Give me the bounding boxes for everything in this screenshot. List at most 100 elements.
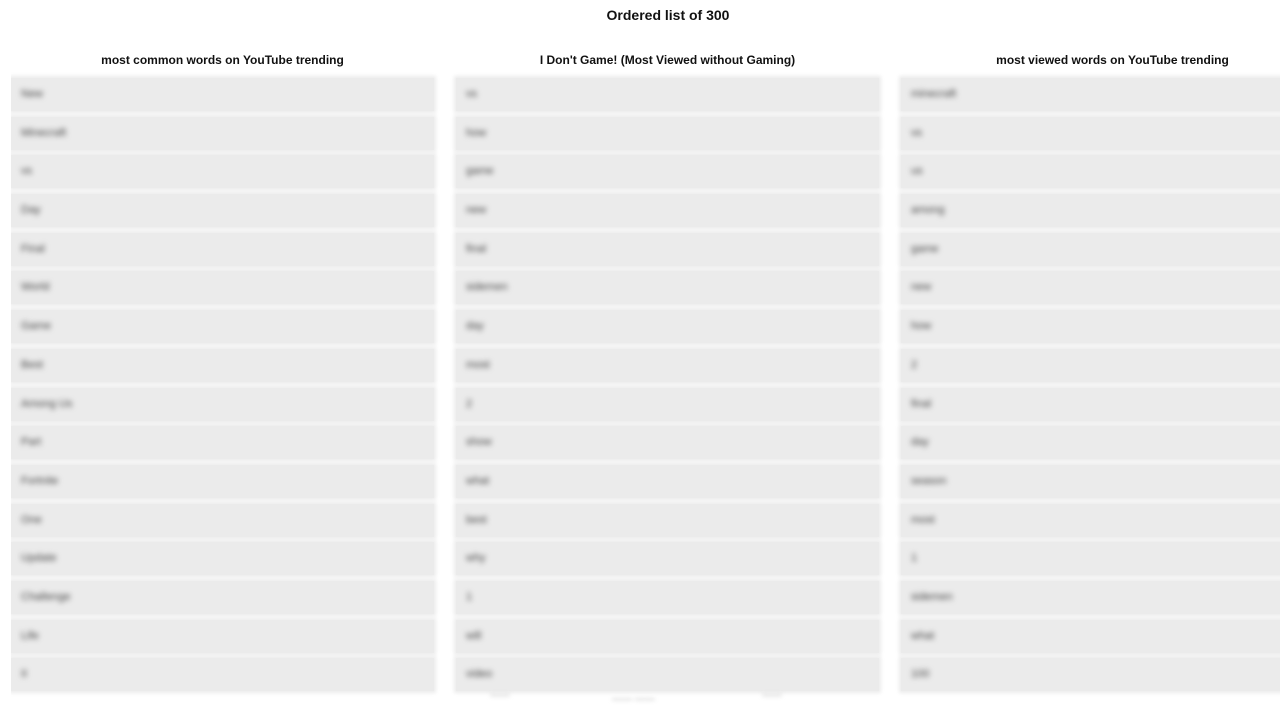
list-item[interactable]: what xyxy=(456,464,879,498)
list-item[interactable]: season xyxy=(901,464,1280,498)
list-item[interactable]: One xyxy=(11,503,434,537)
list-item-word: Fortnite xyxy=(21,474,59,487)
footer-ghost-text: —— —— xyxy=(612,694,655,705)
list-item[interactable]: Final xyxy=(11,232,434,266)
list-item[interactable]: how xyxy=(901,310,1280,344)
list-item[interactable]: best xyxy=(456,503,879,537)
list-item[interactable]: World xyxy=(11,271,434,305)
list-item[interactable]: how xyxy=(456,116,879,150)
list-item[interactable]: Update xyxy=(11,542,434,576)
footer-blurred-text: —— —— —— —— xyxy=(0,690,1280,705)
column-title: I Don't Game! (Most Viewed without Gamin… xyxy=(539,53,796,67)
list-item-word: Challenge xyxy=(21,590,71,603)
list-item-word: sidemen xyxy=(911,590,953,603)
list-item[interactable]: why xyxy=(456,542,879,576)
list-item-word: new xyxy=(911,281,932,294)
list-item-word: Minecraft xyxy=(21,126,67,139)
list-item[interactable]: Among Us xyxy=(11,387,434,421)
list-item[interactable]: 2 xyxy=(456,387,879,421)
list-item[interactable]: Game xyxy=(11,310,434,344)
list-item-word: game xyxy=(466,165,494,178)
list-item[interactable]: 2 xyxy=(901,348,1280,382)
list-item-word: game xyxy=(911,242,939,255)
list-item[interactable]: new xyxy=(901,271,1280,305)
list-item-word: Life xyxy=(21,629,39,642)
list-item-word: what xyxy=(911,629,935,642)
list-item[interactable]: 1 xyxy=(456,580,879,614)
list-item-word: 1 xyxy=(911,552,918,565)
list-item-word: show xyxy=(466,436,492,449)
list-item-word: minecraft xyxy=(911,88,957,100)
list-item[interactable]: minecraft xyxy=(901,78,1280,111)
list-item[interactable]: vs xyxy=(456,78,879,111)
list-item-word: day xyxy=(466,320,484,333)
list-item[interactable]: Life xyxy=(11,619,434,653)
list-item[interactable]: show xyxy=(456,426,879,460)
list-item[interactable]: what xyxy=(901,619,1280,653)
list-item[interactable]: Day xyxy=(11,194,434,228)
list-item-word: New xyxy=(21,88,44,100)
list-item-word: 2 xyxy=(466,397,473,410)
footer-ghost-text: —— xyxy=(762,690,782,701)
list-item[interactable]: vs xyxy=(11,155,434,189)
column-most-common-words: most common words on YouTube trending Ne… xyxy=(11,52,434,697)
list-item-word: among xyxy=(911,204,945,217)
list-item-word: how xyxy=(466,126,487,139)
list-item[interactable]: Part xyxy=(11,426,434,460)
list-item[interactable]: final xyxy=(456,232,879,266)
list-item[interactable]: day xyxy=(456,310,879,344)
list-item-word: Day xyxy=(21,204,41,217)
list-item-word: most xyxy=(466,358,490,371)
column-most-viewed-words: most viewed words on YouTube trending mi… xyxy=(901,52,1280,697)
list-item-word: will xyxy=(466,629,482,642)
list-item-word: new xyxy=(466,204,487,217)
list-item-word: 100 xyxy=(911,668,930,681)
list-item[interactable]: II xyxy=(11,658,434,692)
lists-container: most common words on YouTube trending Ne… xyxy=(11,52,1280,712)
list-item[interactable]: most xyxy=(901,503,1280,537)
list-item-word: One xyxy=(21,513,42,526)
list-item-word: most xyxy=(911,513,935,526)
list-item-word: final xyxy=(911,397,932,410)
list-item[interactable]: New xyxy=(11,78,434,111)
list-item-word: best xyxy=(466,513,487,526)
list-item-word: us xyxy=(911,165,923,178)
list-item-word: vs xyxy=(911,126,922,139)
list-item-word: Best xyxy=(21,358,44,371)
column-most-viewed-without-gaming: I Don't Game! (Most Viewed without Gamin… xyxy=(456,52,879,697)
list-item[interactable]: game xyxy=(901,232,1280,266)
list-item[interactable]: most xyxy=(456,348,879,382)
list-item[interactable]: video xyxy=(456,658,879,692)
list-item[interactable]: day xyxy=(901,426,1280,460)
list-item[interactable]: Challenge xyxy=(11,580,434,614)
list-item[interactable]: vs xyxy=(901,116,1280,150)
list-item-word: what xyxy=(466,474,490,487)
list-item[interactable]: Fortnite xyxy=(11,464,434,498)
list-item[interactable]: game xyxy=(456,155,879,189)
list-item[interactable]: us xyxy=(901,155,1280,189)
list-item-word: season xyxy=(911,474,947,487)
footer-ghost-text: —— xyxy=(490,690,510,701)
list-item[interactable]: Minecraft xyxy=(11,116,434,150)
list-item[interactable]: final xyxy=(901,387,1280,421)
column-title: most viewed words on YouTube trending xyxy=(996,53,1229,67)
list-item[interactable]: sidemen xyxy=(901,580,1280,614)
list-item[interactable]: 1 xyxy=(901,542,1280,576)
list-item[interactable]: Best xyxy=(11,348,434,382)
ordered-list: minecraft vs us among game new how 2 fin… xyxy=(901,78,1280,692)
ordered-list: vs how game new final sidemen day most 2… xyxy=(456,78,879,692)
list-item-word: how xyxy=(911,320,932,333)
list-item-word: why xyxy=(466,552,486,565)
list-item-word: Final xyxy=(21,242,45,255)
ordered-list: New Minecraft vs Day Final World Game Be… xyxy=(11,78,434,692)
list-item[interactable]: new xyxy=(456,194,879,228)
list-item-word: final xyxy=(466,242,487,255)
list-item[interactable]: 100 xyxy=(901,658,1280,692)
list-item-word: vs xyxy=(466,88,477,100)
list-item[interactable]: among xyxy=(901,194,1280,228)
list-item[interactable]: will xyxy=(456,619,879,653)
list-item-word: 1 xyxy=(466,590,473,603)
list-item-word: day xyxy=(911,436,929,449)
list-item-word: Part xyxy=(21,436,42,449)
list-item[interactable]: sidemen xyxy=(456,271,879,305)
